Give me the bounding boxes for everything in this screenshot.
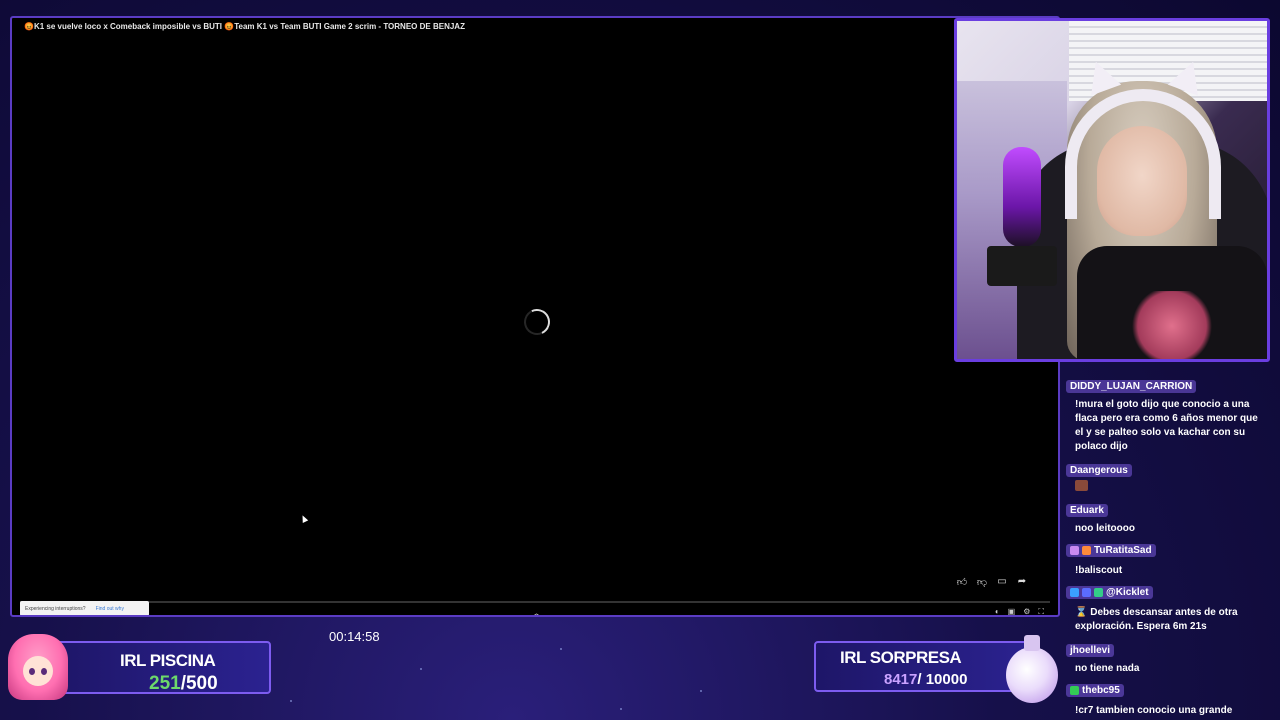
microphone-stand — [987, 246, 1057, 286]
subscriber-badge-icon — [1070, 546, 1079, 555]
chat-username[interactable]: Daangerous — [1066, 464, 1132, 477]
verified-badge-icon — [1082, 588, 1091, 597]
goal-title: IRL SORPRESA — [840, 648, 962, 667]
comment-icon[interactable]: ▭ — [996, 576, 1008, 588]
chat-username[interactable]: TuRatitaSad — [1066, 544, 1156, 557]
chat-username[interactable]: DIDDY_LUJAN_CARRION — [1066, 380, 1197, 393]
chevron-up-icon[interactable]: ︿ — [532, 606, 541, 615]
chat-username[interactable]: jhoellevi — [1066, 644, 1115, 657]
goal-widget-piscina: IRL PISCINA 251/500 — [52, 641, 271, 694]
chat-username[interactable]: @Kicklet — [1066, 586, 1153, 599]
chat-username[interactable]: Eduark — [1066, 504, 1108, 517]
sparkle — [420, 668, 422, 670]
settings-icon[interactable]: ⚙ — [1023, 607, 1030, 615]
chat-text: !baliscout — [1075, 565, 1123, 576]
video-actions: 👍︎ 👎︎ ▭ ➦ — [956, 576, 1028, 588]
sparkle — [620, 708, 622, 710]
chat-text: ⌛ Debes descansar antes de otra explorac… — [1075, 607, 1238, 632]
miniplayer-icon[interactable]: ▣ — [1008, 607, 1016, 615]
loading-spinner-icon — [520, 305, 554, 339]
like-icon[interactable]: 👍︎ — [956, 576, 968, 588]
player-controls: ◐ ▣ ⚙ ⛶ — [995, 607, 1044, 615]
chat-message: jhoellevi no tiene nada — [1066, 640, 1272, 678]
video-player[interactable]: 😡K1 se vuelve loco x Comeback imposible … — [10, 16, 1060, 617]
anime-avatar-icon — [8, 634, 68, 700]
microphone — [1003, 147, 1041, 247]
dislike-icon[interactable]: 👎︎ — [976, 576, 988, 588]
share-icon[interactable]: ➦ — [1016, 576, 1028, 588]
webcam-feed — [954, 18, 1270, 362]
goal-count: 251/500 — [149, 673, 218, 695]
sparkle — [700, 690, 702, 692]
chat-message: TuRatitaSad !baliscout — [1066, 542, 1272, 580]
goal-widget-sorpresa: IRL SORPRESA 8417/ 10000 — [814, 641, 1034, 692]
goal-title: IRL PISCINA — [120, 651, 216, 670]
interruption-banner: Experiencing interruptions? Find out why — [20, 601, 149, 615]
chat-panel: DIDDY_LUJAN_CARRION !mura el goto dijo q… — [1066, 366, 1272, 716]
video-title: 😡K1 se vuelve loco x Comeback imposible … — [24, 22, 465, 31]
chat-message: DIDDY_LUJAN_CARRION !mura el goto dijo q… — [1066, 376, 1272, 456]
goal-count: 8417/ 10000 — [884, 671, 967, 688]
chat-message: @Kicklet ⌛ Debes descansar antes de otra… — [1066, 584, 1272, 636]
gift-badge-icon — [1082, 546, 1091, 555]
captions-icon[interactable]: ◐ — [995, 607, 1000, 615]
goal-total: /500 — [180, 673, 218, 694]
moderator-badge-icon — [1094, 588, 1103, 597]
mouse-cursor-icon — [299, 514, 309, 523]
chat-text: !cr7 tambien conocio una grande — [1075, 705, 1233, 716]
video-progress-bar[interactable] — [20, 601, 1050, 603]
chat-text: !mura el goto dijo que conocio a una fla… — [1075, 399, 1258, 452]
goal-total: / 10000 — [917, 671, 968, 688]
goal-current: 8417 — [884, 671, 918, 688]
bot-badge-icon — [1070, 588, 1079, 597]
chat-message: Eduark noo leitoooo — [1066, 500, 1272, 538]
sparkle — [560, 648, 562, 650]
interruption-text: Experiencing interruptions? — [25, 605, 86, 612]
chat-username[interactable]: thebc95 — [1066, 684, 1124, 697]
fullscreen-icon[interactable]: ⛶ — [1038, 607, 1044, 615]
chat-text: noo leitoooo — [1075, 523, 1135, 534]
stream-timer: 00:14:58 — [329, 629, 380, 644]
shirt-print — [1127, 291, 1217, 359]
goal-current: 251 — [149, 673, 181, 694]
subscriber-badge-icon — [1070, 686, 1079, 695]
chat-message: thebc95 !cr7 tambien conocio una grande — [1066, 682, 1272, 720]
sparkle — [290, 700, 292, 702]
chat-message: Daangerous — [1066, 460, 1272, 496]
potion-icon — [1004, 633, 1060, 705]
emote-icon — [1075, 480, 1088, 491]
chat-text: no tiene nada — [1075, 663, 1140, 674]
find-out-why-link[interactable]: Find out why — [96, 606, 124, 612]
